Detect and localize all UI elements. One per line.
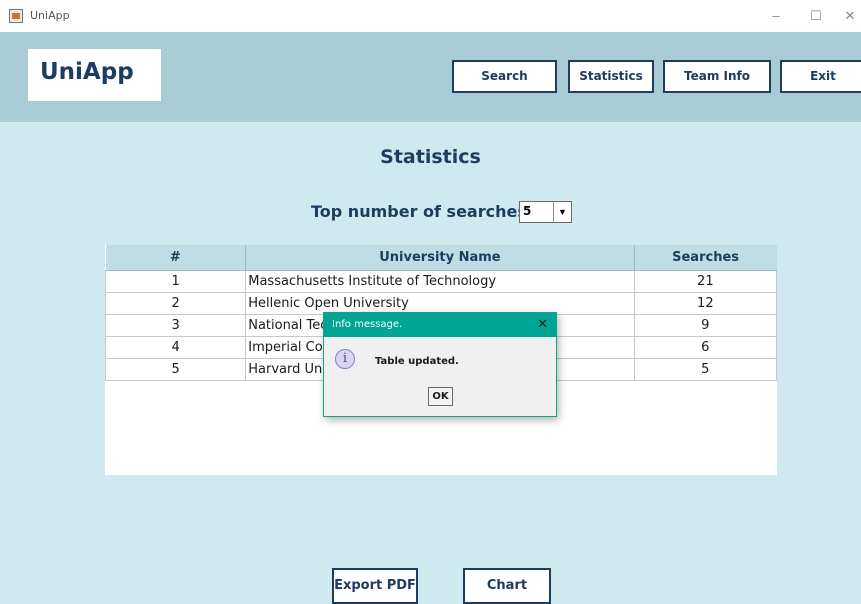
- statistics-button[interactable]: Statistics: [568, 60, 654, 93]
- rank-cell: 4: [104, 336, 247, 359]
- app-header: UniApp Search Statistics Team Info Exit: [0, 32, 861, 122]
- column-header-searches[interactable]: Searches: [634, 245, 777, 271]
- exit-button[interactable]: Exit: [780, 60, 861, 93]
- rank-cell: 2: [104, 292, 247, 315]
- searches-cell: 9: [633, 314, 778, 337]
- column-header-university[interactable]: University Name: [245, 245, 635, 271]
- searches-cell: 12: [633, 292, 778, 315]
- info-dialog: Info message. ✕ i Table updated. OK: [323, 312, 557, 417]
- university-cell: Massachusetts Institute of Technology: [245, 270, 635, 293]
- dialog-title: Info message.: [332, 319, 403, 330]
- dialog-message: Table updated.: [375, 356, 459, 367]
- search-button[interactable]: Search: [452, 60, 557, 93]
- app-icon: [9, 9, 23, 23]
- top-number-value: 5: [523, 204, 532, 218]
- ok-button[interactable]: OK: [428, 387, 453, 406]
- top-number-select[interactable]: 5 ▼: [519, 201, 572, 223]
- info-icon: i: [335, 349, 355, 369]
- page-title: Statistics: [380, 146, 481, 168]
- minimize-button[interactable]: –: [764, 6, 788, 26]
- close-window-button[interactable]: ✕: [838, 6, 861, 26]
- searches-cell: 21: [633, 270, 778, 293]
- logo-text: UniApp: [40, 59, 134, 85]
- top-searches-label: Top number of searches:: [311, 202, 534, 221]
- team-info-button[interactable]: Team Info: [663, 60, 771, 93]
- column-header-rank[interactable]: #: [105, 245, 247, 271]
- table-row[interactable]: 1 Massachusetts Institute of Technology …: [104, 270, 778, 293]
- dropdown-arrow-icon[interactable]: ▼: [553, 202, 571, 222]
- dialog-title-bar[interactable]: Info message. ✕: [324, 313, 556, 337]
- title-bar: UniApp – ☐ ✕: [0, 0, 861, 32]
- logo: UniApp: [28, 49, 161, 101]
- maximize-button[interactable]: ☐: [804, 6, 828, 26]
- rank-cell: 5: [104, 358, 247, 381]
- rank-cell: 1: [104, 270, 247, 293]
- export-pdf-button[interactable]: Export PDF: [332, 568, 418, 604]
- rank-cell: 3: [104, 314, 247, 337]
- chart-button[interactable]: Chart: [463, 568, 551, 604]
- searches-cell: 6: [633, 336, 778, 359]
- dialog-close-icon[interactable]: ✕: [537, 316, 548, 332]
- window-title: UniApp: [30, 9, 70, 22]
- searches-cell: 5: [633, 358, 778, 381]
